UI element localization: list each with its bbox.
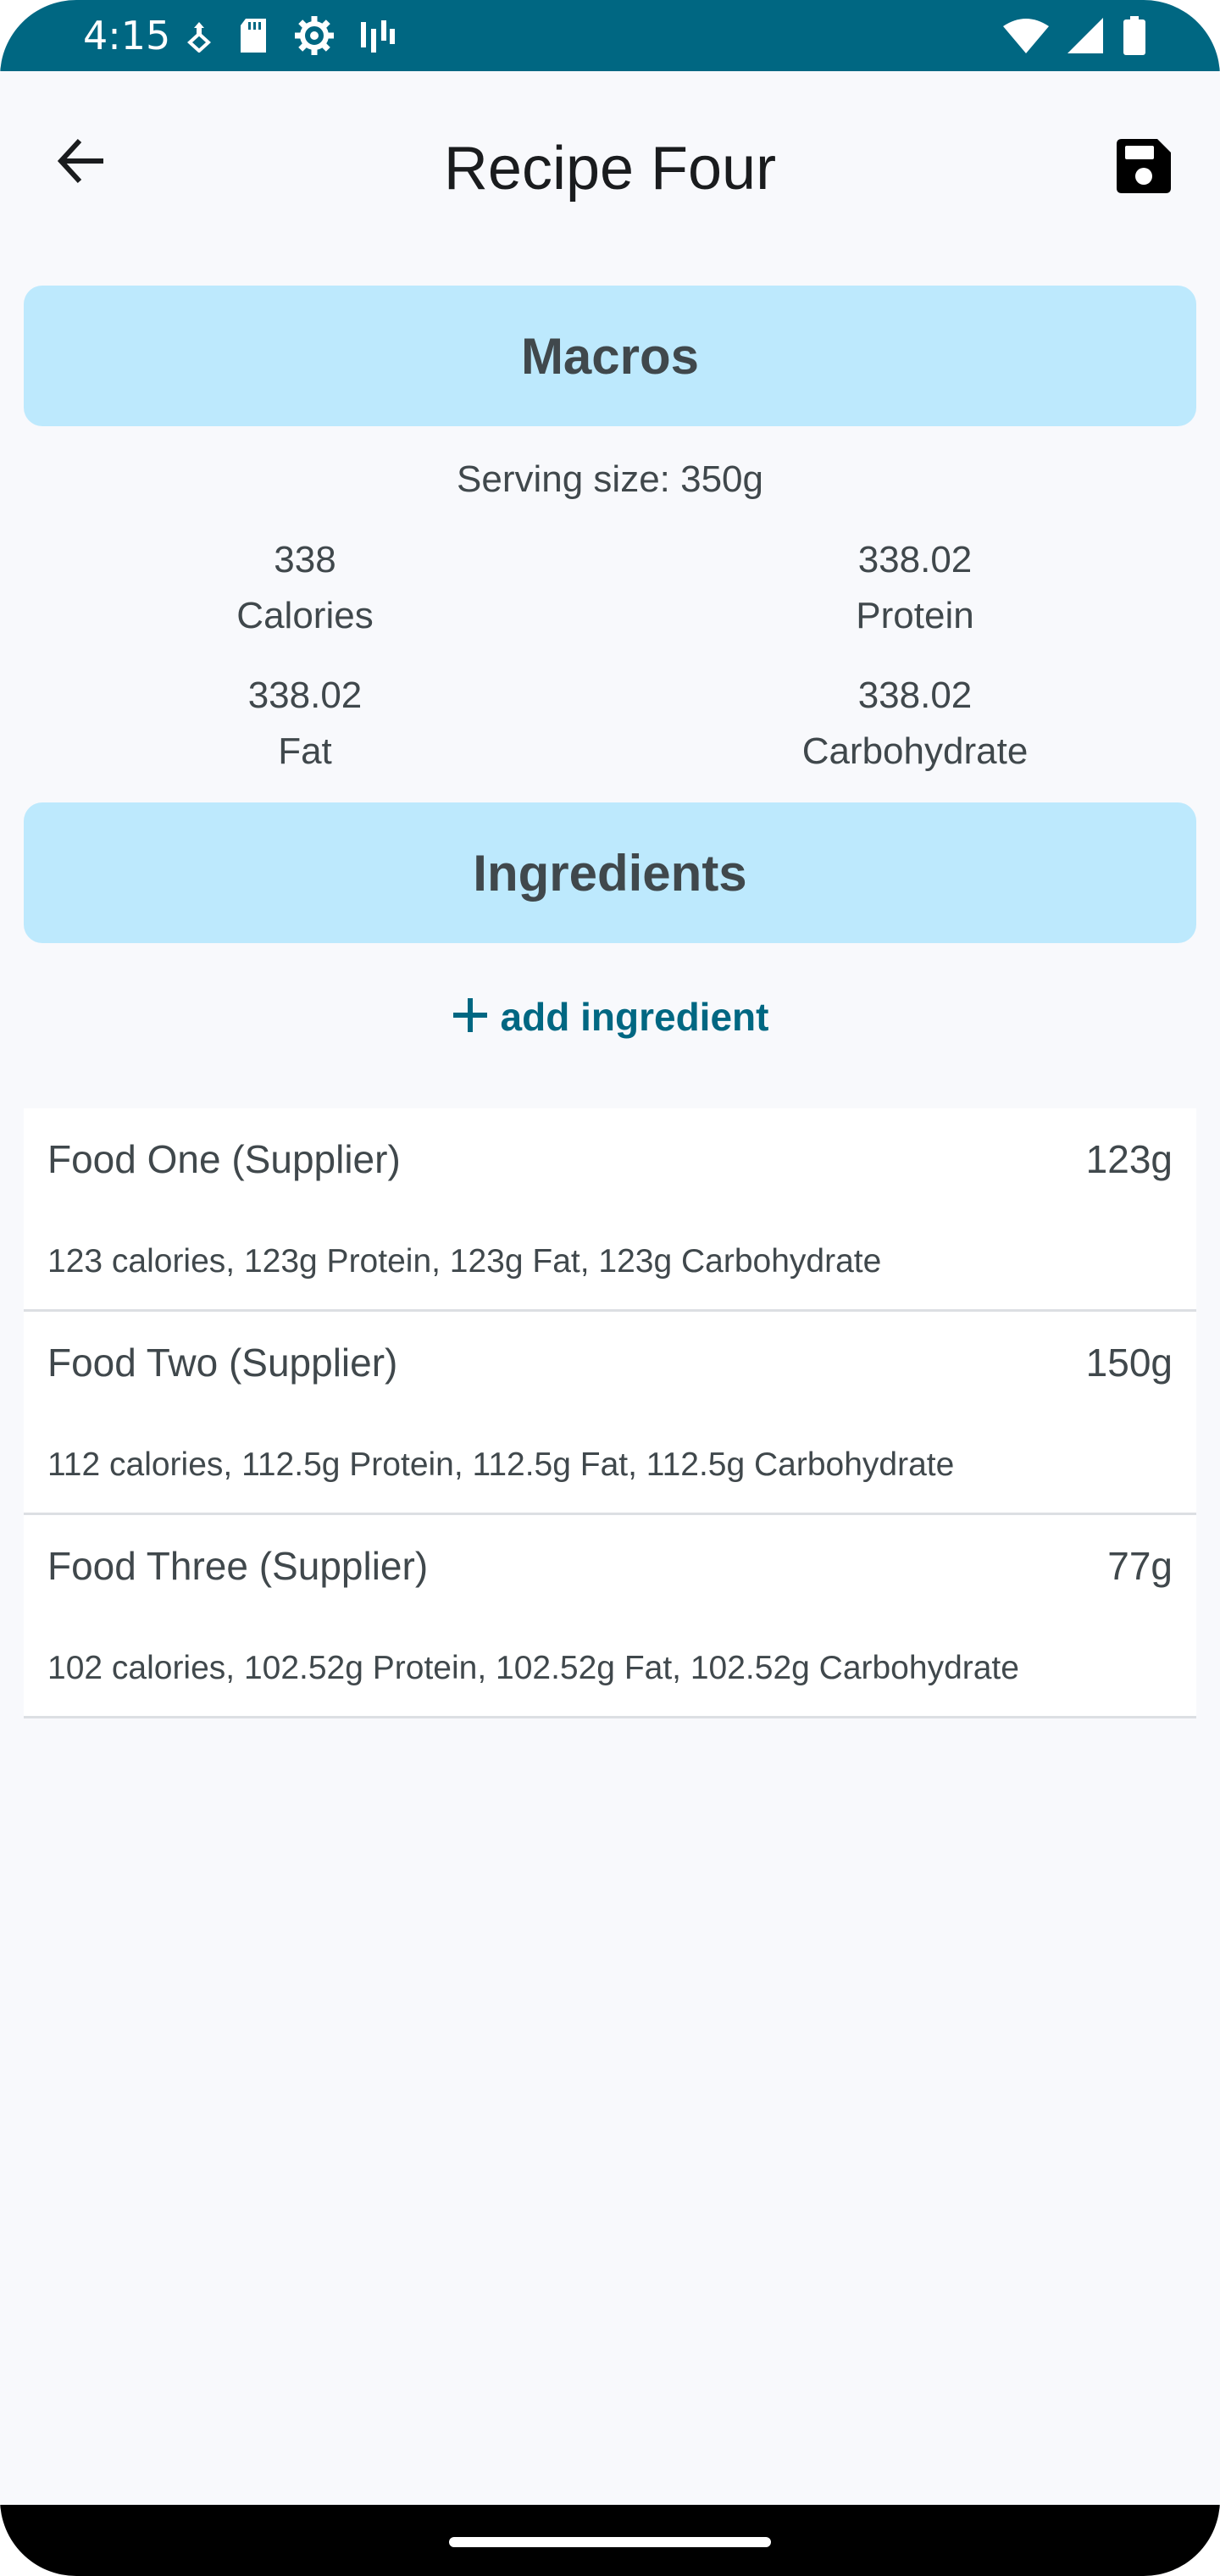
top-app-bar: Recipe Four [0, 71, 1220, 264]
status-time: 4:15 [83, 13, 171, 58]
macro-label: Protein [856, 595, 974, 636]
sd-card-icon [237, 17, 269, 54]
settings-gear-icon [293, 14, 336, 57]
home-gesture-handle[interactable] [449, 2537, 771, 2547]
list-item[interactable]: Food Two (Supplier) 150g 112 calories, 1… [24, 1312, 1196, 1515]
macro-value: 338 [274, 539, 336, 580]
add-ingredient-label: add ingredient [500, 995, 769, 1039]
wifi-icon [1003, 18, 1049, 53]
ingredient-macros: 112 calories, 112.5g Protein, 112.5g Fat… [47, 1446, 955, 1483]
macro-fat: 338.02 Fat [68, 668, 542, 780]
macro-label: Fat [278, 730, 332, 772]
signal-bars-icon [359, 17, 396, 54]
ingredient-macros: 123 calories, 123g Protein, 123g Fat, 12… [47, 1243, 882, 1280]
data-saver-icon [185, 19, 214, 53]
cell-signal-icon [1068, 18, 1105, 53]
macro-calories: 338 Calories [68, 532, 542, 644]
serving-size: Serving size: 350g [457, 458, 763, 500]
macro-carbohydrate: 338.02 Carbohydrate [678, 668, 1152, 780]
ingredient-weight: 77g [1107, 1544, 1173, 1588]
status-icons-right [1003, 14, 1145, 58]
ingredient-weight: 123g [1085, 1137, 1173, 1181]
arrow-back-icon [54, 134, 108, 192]
ingredient-macros: 102 calories, 102.52g Protein, 102.52g F… [47, 1650, 1019, 1686]
list-item[interactable]: Food Three (Supplier) 77g 102 calories, … [24, 1515, 1196, 1718]
ingredient-weight: 150g [1085, 1341, 1173, 1385]
ingredient-name: Food One (Supplier) [47, 1137, 401, 1181]
add-ingredient-button[interactable]: add ingredient [0, 983, 1220, 1051]
status-icons-left [185, 14, 396, 58]
battery-icon [1123, 16, 1145, 55]
page-title: Recipe Four [443, 135, 777, 203]
save-button[interactable] [1108, 132, 1179, 203]
save-icon [1115, 137, 1173, 199]
plus-icon [452, 997, 489, 1038]
back-button[interactable] [47, 129, 115, 197]
ingredient-name: Food Three (Supplier) [47, 1544, 429, 1588]
app-screen: 4:15 Recipe Four Macros Serving size: 35… [0, 0, 1220, 2576]
list-item[interactable]: Food One (Supplier) 123g 123 calories, 1… [24, 1108, 1196, 1312]
ingredient-list: Food One (Supplier) 123g 123 calories, 1… [24, 1108, 1196, 1718]
navigation-bar [0, 2505, 1220, 2576]
macro-value: 338.02 [857, 675, 973, 716]
macro-label: Carbohydrate [801, 730, 1029, 772]
macro-value: 338.02 [247, 675, 363, 716]
ingredients-header: Ingredients [24, 802, 1196, 943]
macros-header: Macros [24, 286, 1196, 426]
macro-value: 338.02 [857, 539, 973, 580]
macro-protein: 338.02 Protein [678, 532, 1152, 644]
ingredient-name: Food Two (Supplier) [47, 1341, 398, 1385]
status-bar: 4:15 [0, 0, 1220, 71]
macro-label: Calories [236, 595, 374, 636]
